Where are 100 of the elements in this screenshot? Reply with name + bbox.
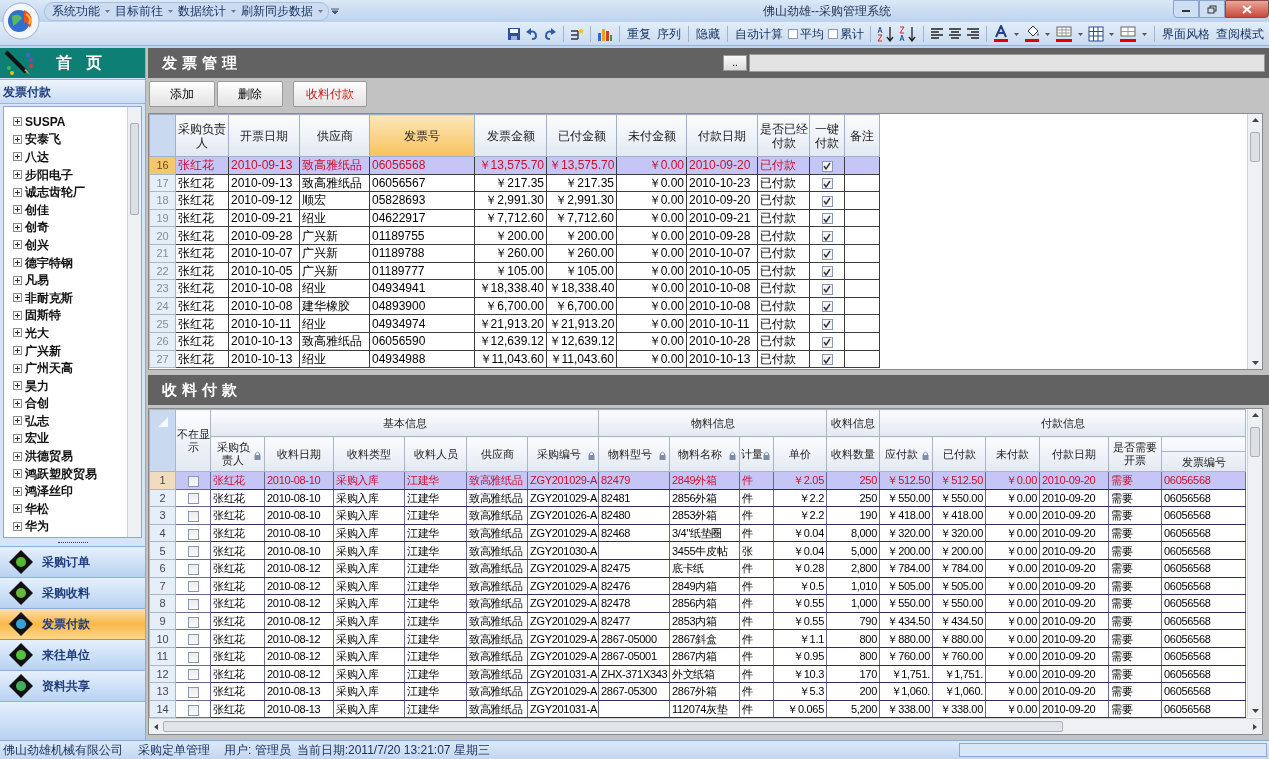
expand-icon[interactable]: [13, 170, 22, 180]
checkbox[interactable]: [187, 493, 199, 505]
expand-icon[interactable]: [13, 398, 22, 408]
column-header[interactable]: 应付款: [879, 436, 933, 472]
checkbox[interactable]: [821, 354, 833, 366]
tree-item[interactable]: 步阳电子: [25, 165, 73, 184]
sort-descending-icon[interactable]: [899, 25, 917, 42]
checkbox[interactable]: [828, 28, 838, 39]
column-header[interactable]: 发票号: [369, 114, 475, 157]
checkbox[interactable]: [187, 687, 199, 698]
expand-icon[interactable]: [13, 434, 22, 443]
checkbox[interactable]: [187, 528, 199, 540]
checkbox[interactable]: [821, 178, 833, 190]
font-color-icon[interactable]: [993, 24, 1009, 43]
tree-item[interactable]: 华松: [25, 499, 49, 518]
checkbox[interactable]: [187, 563, 199, 575]
align-right-icon[interactable]: [966, 27, 980, 40]
expand-icon[interactable]: [13, 469, 22, 479]
scrollbar[interactable]: [1247, 409, 1262, 717]
menu-item[interactable]: 数据统计: [175, 2, 229, 20]
undo-icon[interactable]: [525, 26, 539, 41]
expand-icon[interactable]: [13, 504, 22, 514]
tree-item[interactable]: 八达: [25, 148, 49, 166]
toolbar-button[interactable]: 隐藏: [695, 24, 721, 43]
checkbox[interactable]: [187, 546, 199, 558]
tree-item[interactable]: 创兴: [25, 235, 49, 254]
scroll-thumb[interactable]: [1250, 427, 1260, 457]
checkbox[interactable]: [821, 160, 833, 172]
tree-item[interactable]: 固斯特: [25, 306, 61, 325]
tree-item[interactable]: 创佳: [25, 200, 49, 219]
expand-icon[interactable]: [13, 117, 22, 127]
row-color-icon[interactable]: [1055, 24, 1073, 43]
nav-button[interactable]: 来往单位: [0, 640, 145, 671]
save-icon[interactable]: [507, 26, 521, 41]
checkbox[interactable]: [821, 301, 833, 313]
checkbox[interactable]: [821, 283, 833, 295]
checkbox[interactable]: [187, 599, 199, 611]
minimize-button[interactable]: [1173, 0, 1199, 18]
column-header[interactable]: 备注: [844, 114, 880, 157]
column-header[interactable]: 开票日期: [228, 114, 300, 157]
tree-item[interactable]: 洪德贸易: [25, 447, 73, 466]
expand-icon[interactable]: [13, 293, 22, 303]
tree-item[interactable]: 广兴新: [25, 341, 61, 360]
expand-icon[interactable]: [13, 134, 22, 144]
align-left-icon[interactable]: [930, 27, 944, 40]
checkbox[interactable]: [821, 195, 833, 207]
expand-icon[interactable]: [13, 152, 22, 162]
toolbar-button[interactable]: 收料付款: [293, 80, 367, 107]
toolbar-button[interactable]: 界面风格: [1161, 24, 1211, 43]
column-header[interactable]: 物料型号: [598, 436, 670, 472]
checkbox[interactable]: [187, 475, 199, 487]
scroll-thumb[interactable]: [130, 123, 139, 215]
scroll-thumb[interactable]: [163, 721, 1063, 733]
column-header[interactable]: 未付款: [985, 436, 1040, 472]
tree-item[interactable]: SUSPA: [25, 112, 66, 131]
column-header[interactable]: 物料名称: [669, 436, 740, 472]
column-header[interactable]: 收料数量: [826, 436, 880, 472]
expand-icon[interactable]: [13, 275, 22, 285]
expand-icon[interactable]: [13, 222, 22, 232]
checkbox[interactable]: [187, 704, 199, 716]
checkbox[interactable]: [187, 634, 199, 646]
tree-item[interactable]: 德宇特钢: [25, 253, 73, 272]
tree-item[interactable]: 创奇: [25, 218, 49, 237]
column-header[interactable]: 供应商: [299, 114, 370, 157]
scrollbar[interactable]: [1247, 114, 1262, 369]
sort-ascending-icon[interactable]: [877, 25, 895, 42]
nav-button[interactable]: 资料共享: [0, 671, 145, 702]
browse-button[interactable]: ..: [723, 55, 747, 71]
new-row-icon[interactable]: [570, 26, 584, 41]
column-header[interactable]: 付款日期: [1039, 436, 1109, 472]
column-header[interactable]: 收料类型: [333, 436, 405, 472]
menu-item[interactable]: 系统功能: [49, 2, 103, 20]
column-header[interactable]: 发票编号: [1161, 436, 1246, 472]
redo-icon[interactable]: [543, 26, 557, 41]
checkbox[interactable]: [187, 581, 199, 593]
column-header[interactable]: 收料日期: [264, 436, 334, 472]
align-center-icon[interactable]: [948, 27, 962, 40]
expand-icon[interactable]: [13, 451, 22, 461]
expand-icon[interactable]: [13, 486, 22, 496]
expand-icon[interactable]: [13, 310, 22, 320]
expand-icon[interactable]: [13, 521, 22, 531]
expand-icon[interactable]: [13, 240, 22, 250]
expand-icon[interactable]: [13, 328, 22, 338]
column-header[interactable]: 发票金额: [474, 114, 547, 157]
menu-item[interactable]: 目标前往: [112, 2, 166, 20]
horizontal-scrollbar[interactable]: [149, 718, 1262, 734]
column-header[interactable]: 采购编号: [527, 436, 599, 472]
checkbox[interactable]: [821, 231, 833, 242]
column-header[interactable]: 是否需要开票: [1108, 436, 1162, 472]
checkbox[interactable]: [187, 616, 199, 628]
expand-icon[interactable]: [13, 258, 22, 268]
expand-icon[interactable]: [13, 416, 22, 426]
column-header[interactable]: 一键付款: [809, 114, 845, 157]
grid-icon[interactable]: [1088, 25, 1104, 42]
toolbar-button[interactable]: 自动计算: [734, 24, 784, 43]
column-header[interactable]: 采购负责人: [175, 114, 229, 157]
maximize-button[interactable]: [1199, 0, 1225, 18]
tree-item[interactable]: 诚志齿轮厂: [25, 183, 85, 202]
toolbar-button[interactable]: 删除: [217, 80, 283, 107]
checkbox[interactable]: [187, 511, 199, 523]
